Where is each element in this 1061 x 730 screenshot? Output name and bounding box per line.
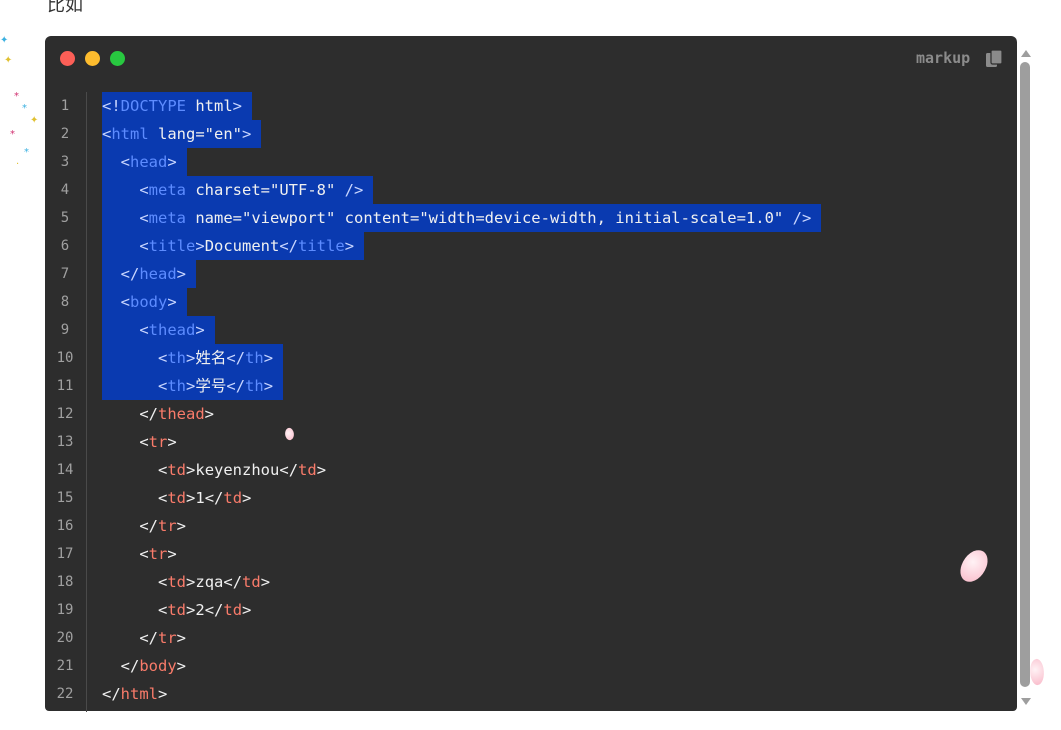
line-number: 17 (56, 546, 74, 562)
code-line-text: <html lang="en"> (102, 125, 252, 143)
line-number: 1 (60, 98, 70, 114)
sparkle-decoration: * (14, 91, 19, 102)
line-number: 16 (56, 518, 74, 534)
code-line-text: <th>学号</th> (158, 377, 274, 395)
line-number: 9 (60, 322, 70, 338)
vertical-scrollbar[interactable] (1018, 40, 1034, 710)
code-line-text: <thead> (139, 321, 205, 339)
code-line: <head> (102, 148, 187, 176)
sparkle-decoration: ✦ (30, 115, 39, 126)
scrollbar-thumb[interactable] (1020, 62, 1030, 687)
code-line-text: <td>1</td> (158, 489, 252, 507)
code-line-text: <head> (120, 153, 177, 171)
code-line-text: <body> (120, 293, 177, 311)
line-number: 2 (60, 126, 70, 142)
line-number: 19 (56, 602, 74, 618)
code-line-text: <title>Document</title> (139, 237, 355, 255)
line-number: 12 (56, 406, 74, 422)
paragraph-text: 比如 (47, 0, 83, 16)
arrow-up-icon[interactable] (1021, 50, 1031, 57)
code-line-text: <th>姓名</th> (158, 349, 274, 367)
code-line: <th>学号</th> (102, 372, 284, 400)
language-label: markup (916, 49, 971, 67)
line-number: 6 (60, 238, 70, 254)
sparkle-decoration: * (22, 103, 27, 114)
line-number: 10 (56, 350, 74, 366)
line-number: 4 (60, 182, 70, 198)
window-minimize-dot (85, 51, 100, 66)
gutter-divider (86, 92, 87, 712)
code-line: <tr> (102, 540, 177, 568)
line-number: 5 (60, 210, 70, 226)
code-line-text: </html> (102, 685, 168, 703)
code-line-text: <!DOCTYPE html> (102, 97, 243, 115)
code-line-text: <td>2</td> (158, 601, 252, 619)
code-line: <td>2</td> (102, 596, 251, 624)
code-line: <th>姓名</th> (102, 344, 284, 372)
code-line: <meta charset="UTF-8" /> (102, 176, 374, 204)
code-line: <tr> (102, 428, 177, 456)
code-line: <td>1</td> (102, 484, 251, 512)
code-line-text: </body> (120, 657, 187, 675)
line-number: 18 (56, 574, 74, 590)
sparkle-decoration: ✦ (0, 35, 9, 46)
copy-icon[interactable] (985, 49, 1003, 69)
line-number: 11 (56, 378, 74, 394)
code-line: <!DOCTYPE html> (102, 92, 253, 120)
window-close-dot (60, 51, 75, 66)
line-number: 13 (56, 434, 74, 450)
code-line: </tr> (102, 512, 186, 540)
code-line: <thead> (102, 316, 215, 344)
line-number: 20 (56, 630, 74, 646)
code-line-text: <td>keyenzhou</td> (158, 461, 327, 479)
code-line: </body> (102, 652, 186, 680)
line-number: 21 (56, 658, 74, 674)
code-line: </tr> (102, 624, 186, 652)
sparkle-decoration: * (24, 147, 29, 158)
code-line-text: <tr> (139, 433, 177, 451)
code-line: <html lang="en"> (102, 120, 262, 148)
code-line-text: <tr> (139, 545, 177, 563)
arrow-down-icon[interactable] (1021, 698, 1031, 705)
line-number: 22 (56, 686, 74, 702)
code-line-text: </tr> (139, 517, 187, 535)
code-line: <title>Document</title> (102, 232, 365, 260)
code-line-text: <meta name="viewport" content="width=dev… (139, 209, 812, 227)
sparkle-decoration: · (16, 159, 20, 170)
code-line: </head> (102, 260, 197, 288)
code-line-text: <td>zqa</td> (158, 573, 271, 591)
line-number: 14 (56, 462, 74, 478)
code-line-text: </head> (120, 265, 187, 283)
line-number: 3 (60, 154, 70, 170)
code-line-text: </thead> (139, 405, 215, 423)
code-line: </html> (102, 680, 167, 708)
line-number: 15 (56, 490, 74, 506)
code-line: <td>zqa</td> (102, 568, 270, 596)
line-number: 7 (60, 266, 70, 282)
code-line: <meta name="viewport" content="width=dev… (102, 204, 822, 232)
code-line: </thead> (102, 400, 214, 428)
window-maximize-dot (110, 51, 125, 66)
sparkle-decoration: * (10, 129, 15, 140)
code-line-text: </tr> (139, 629, 187, 647)
line-number: 8 (60, 294, 70, 310)
sparkle-decoration: ✦ (4, 55, 13, 66)
code-line-text: <meta charset="UTF-8" /> (139, 181, 364, 199)
code-line: <body> (102, 288, 187, 316)
code-line: <td>keyenzhou</td> (102, 456, 326, 484)
